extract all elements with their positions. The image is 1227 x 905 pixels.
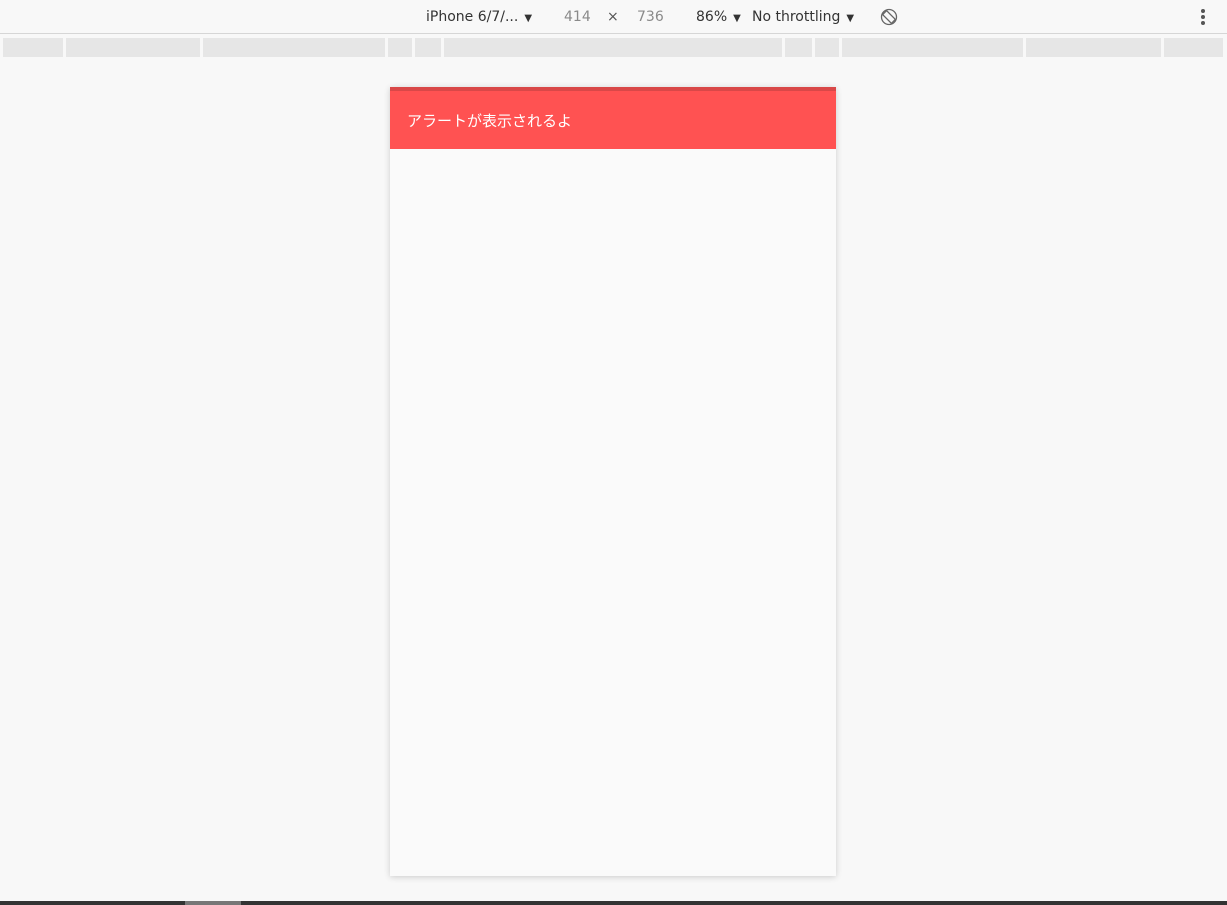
zoom-select-label: 86%	[696, 9, 728, 25]
rotate-icon[interactable]	[880, 8, 898, 26]
chevron-down-icon: ▼	[733, 13, 741, 24]
devtools-device-mode: iPhone 6/7/... ▼ 414 × 736 86% ▼ No thrott…	[0, 0, 1227, 905]
device-select-label: iPhone 6/7/...	[426, 9, 519, 25]
ruler-segment[interactable]	[444, 38, 782, 57]
ruler-segment[interactable]	[388, 38, 412, 57]
ruler-segment[interactable]	[1026, 38, 1161, 57]
ruler-segment[interactable]	[415, 38, 441, 57]
device-select[interactable]: iPhone 6/7/... ▼	[426, 0, 532, 34]
chevron-down-icon: ▼	[846, 13, 855, 24]
chevron-down-icon: ▼	[524, 13, 533, 24]
width-input[interactable]: 414	[564, 0, 591, 34]
dimension-separator: ×	[607, 9, 619, 25]
ruler-segment[interactable]	[815, 38, 839, 57]
scrollbar-thumb[interactable]	[185, 901, 241, 905]
ruler-segment[interactable]	[842, 38, 1023, 57]
ruler-segment[interactable]	[66, 38, 200, 57]
ruler-segment[interactable]	[785, 38, 812, 57]
alert-message: アラートが表示されるよ	[407, 112, 573, 130]
ruler-segment[interactable]	[1164, 38, 1223, 57]
device-toolbar: iPhone 6/7/... ▼ 414 × 736 86% ▼ No thrott…	[0, 0, 1227, 34]
zoom-select[interactable]: 86% ▼	[696, 0, 741, 34]
ruler-segment[interactable]	[3, 38, 63, 57]
throttling-select[interactable]: No throttling ▼	[752, 0, 854, 34]
more-vertical-icon[interactable]	[1197, 9, 1209, 25]
ruler-segment[interactable]	[203, 38, 385, 57]
height-input[interactable]: 736	[637, 0, 664, 34]
media-query-ruler[interactable]	[0, 36, 1227, 58]
horizontal-scrollbar[interactable]	[0, 901, 1227, 905]
device-viewport: アラートが表示されるよ	[390, 87, 836, 876]
alert-banner: アラートが表示されるよ	[390, 87, 836, 149]
throttling-select-label: No throttling	[752, 9, 841, 25]
